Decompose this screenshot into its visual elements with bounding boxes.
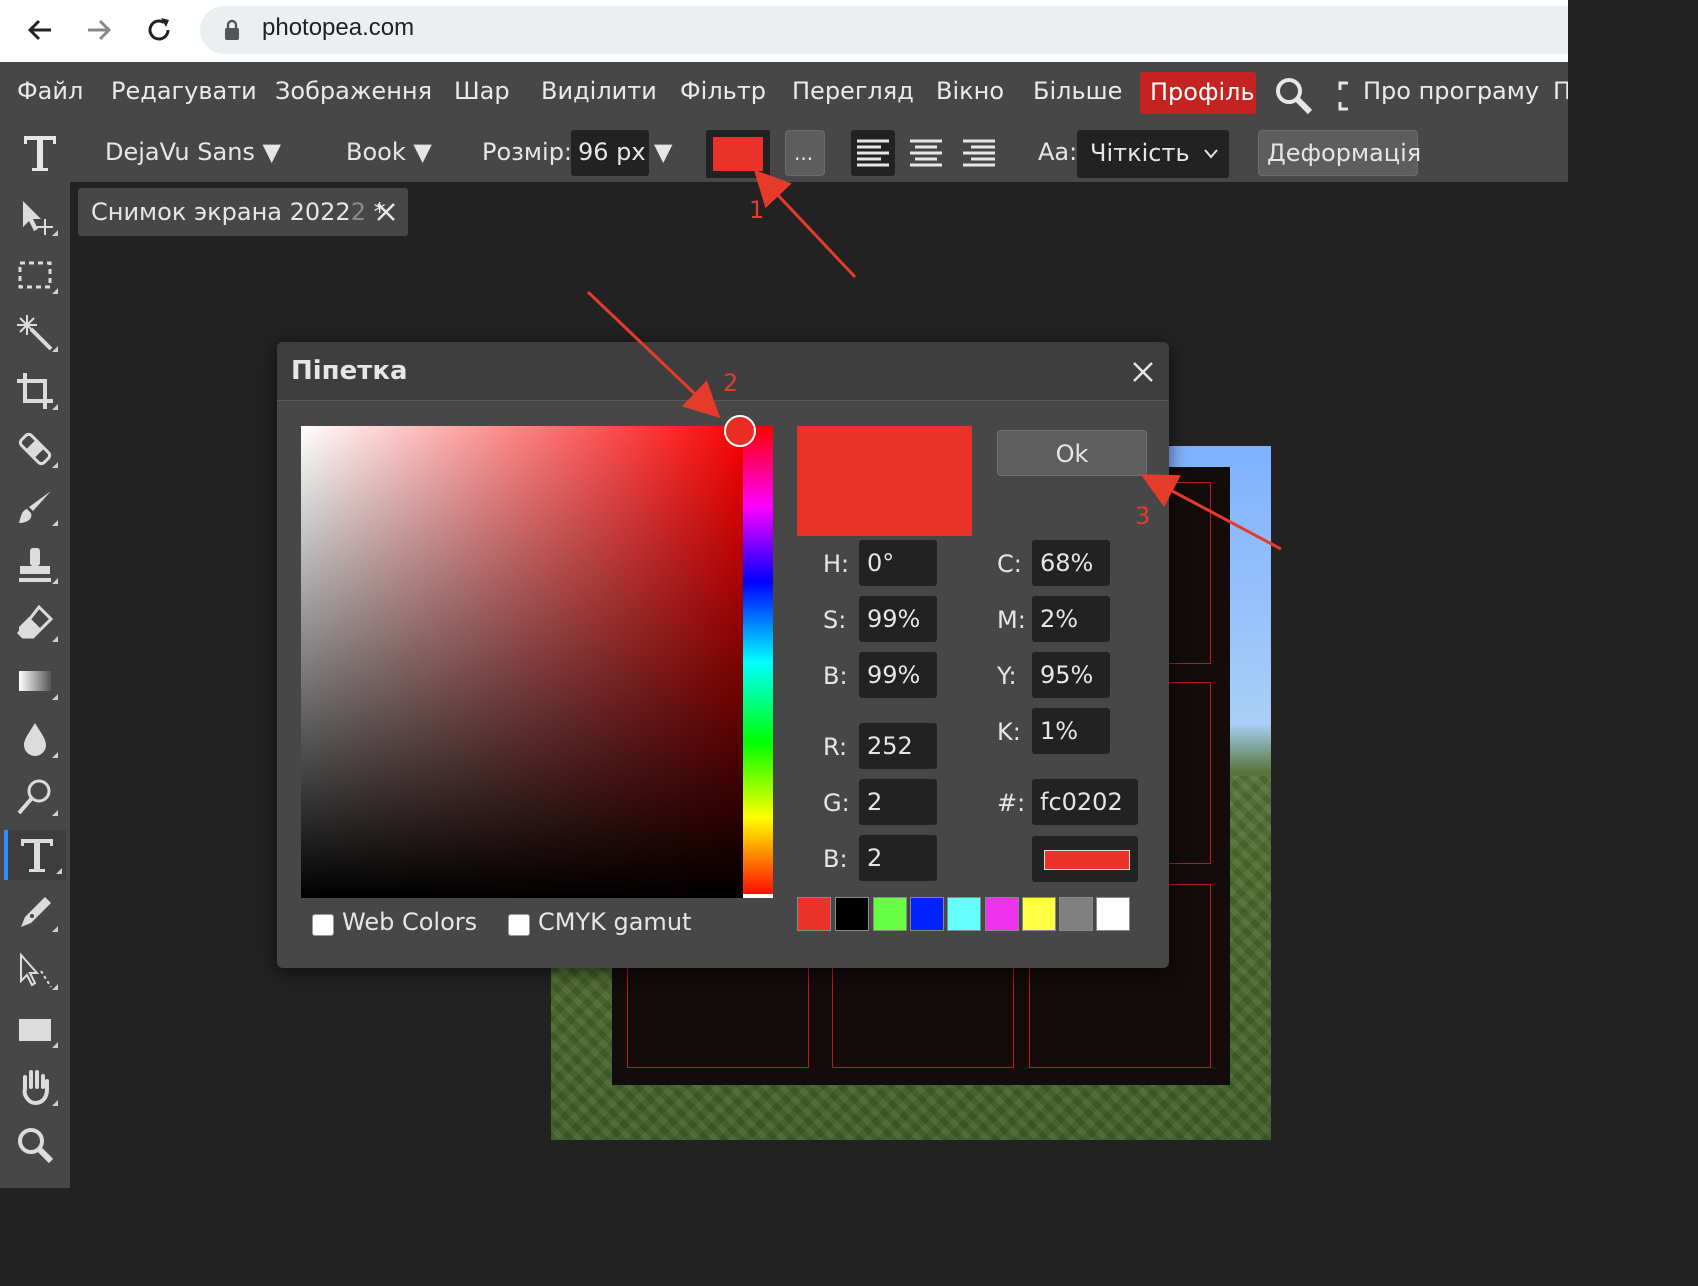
annotation-number-1: 1 bbox=[749, 196, 765, 224]
annotation-arrow-3 bbox=[1140, 474, 1282, 551]
annotation-number-2: 2 bbox=[723, 369, 739, 397]
annotation-number-3: 3 bbox=[1135, 502, 1151, 530]
annotation-arrow-1 bbox=[753, 169, 857, 279]
annotation-arrow-2 bbox=[586, 290, 721, 419]
annotation-overlay bbox=[586, 169, 1282, 551]
